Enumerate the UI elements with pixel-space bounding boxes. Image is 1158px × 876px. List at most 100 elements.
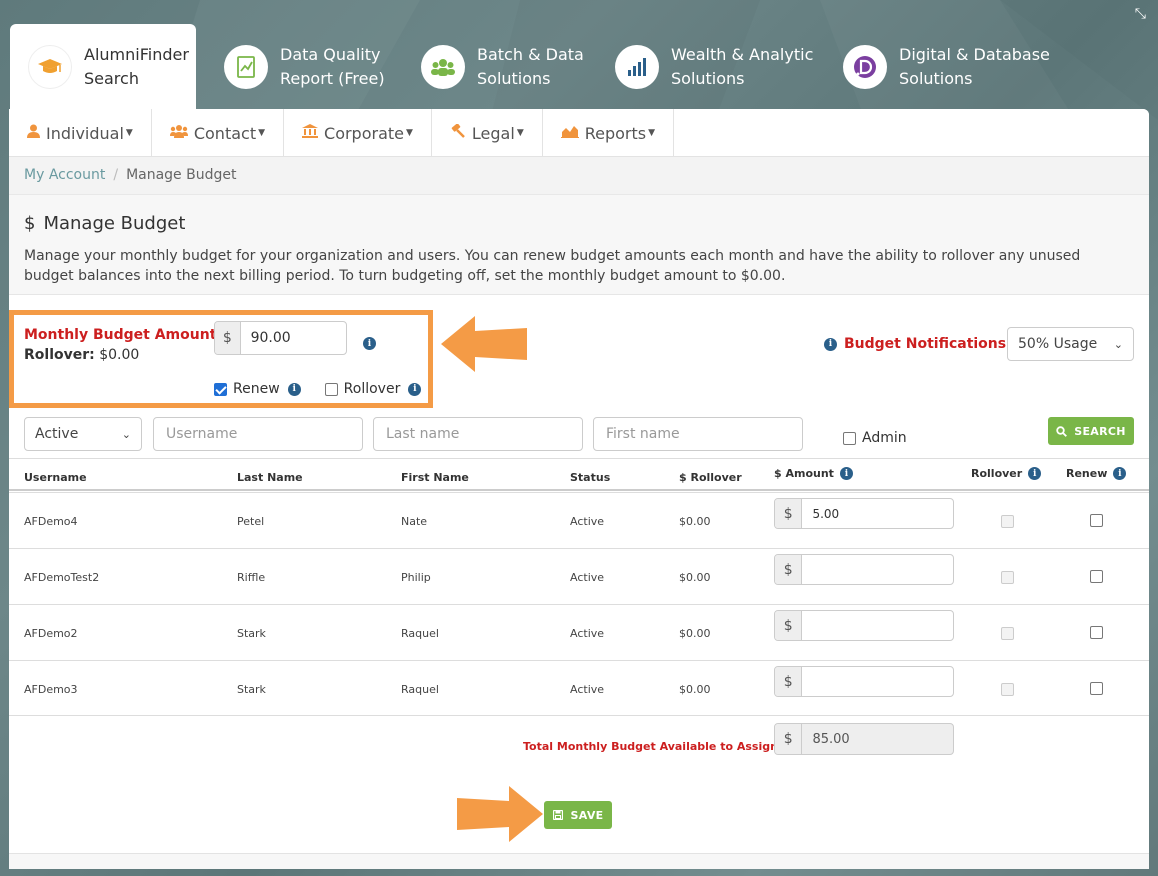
renew-checkbox[interactable] <box>1090 570 1103 583</box>
info-icon[interactable]: i <box>408 382 422 396</box>
cell-username: AFDemo3 <box>24 683 78 696</box>
info-icon[interactable]: i <box>287 382 301 396</box>
rollover-value: $0.00 <box>99 347 140 363</box>
breadcrumb-my-account[interactable]: My Account <box>24 167 105 183</box>
total-budget-label: Total Monthly Budget Available to Assign… <box>523 740 783 753</box>
report-icon <box>224 45 268 89</box>
cell-username: AFDemoTest2 <box>24 571 100 584</box>
tab-label-line2: Report (Free) <box>280 69 385 88</box>
col-renew: Renew <box>1066 467 1108 480</box>
rollover-label: Rollover: <box>24 347 95 363</box>
amount-field[interactable]: $ <box>774 666 954 697</box>
col-amount: $ Amount <box>774 467 834 480</box>
tab-label-line2: Solutions <box>671 69 745 88</box>
info-icon[interactable]: i <box>363 337 376 350</box>
rollover-checkbox-label: Rollover <box>343 381 401 397</box>
menu-label: Reports <box>584 123 647 143</box>
header-section: $ Manage Budget Manage your monthly budge… <box>9 195 1149 295</box>
group-icon <box>421 45 465 89</box>
cell-first-name: Raquel <box>401 683 439 696</box>
firstname-placeholder: First name <box>606 426 680 442</box>
save-button[interactable]: SAVE <box>544 801 612 829</box>
panel-footer <box>9 853 1149 869</box>
digital-d-icon <box>843 45 887 89</box>
cell-status: Active <box>570 515 605 528</box>
info-icon[interactable]: i <box>1113 467 1127 480</box>
breadcrumb: My Account / Manage Budget <box>9 157 1149 195</box>
cell-last-name: Stark <box>237 627 266 640</box>
status-filter-value: Active <box>35 426 79 442</box>
bar-chart-icon <box>615 45 659 89</box>
info-icon[interactable]: i <box>839 467 853 480</box>
tab-digital-database-solutions[interactable]: Digital & Database Solutions <box>843 24 1050 110</box>
tab-batch-data-solutions[interactable]: Batch & Data Solutions <box>421 24 584 110</box>
menu-legal[interactable]: Legal ▼ <box>432 109 543 157</box>
amount-field[interactable]: $ <box>774 610 954 641</box>
amount-input[interactable] <box>802 667 953 696</box>
tab-alumnifinder-search[interactable]: AlumniFinder Search <box>10 24 196 110</box>
floppy-disk-icon <box>552 810 563 820</box>
menu-reports[interactable]: Reports ▼ <box>543 109 675 157</box>
gavel-icon <box>450 123 466 142</box>
total-budget-field: $ <box>774 723 954 755</box>
tab-data-quality-report[interactable]: Data Quality Report (Free) <box>224 24 385 110</box>
info-icon[interactable]: i <box>1028 467 1042 480</box>
col-first-name: First Name <box>401 471 469 484</box>
renew-checkbox[interactable] <box>1090 514 1103 527</box>
cell-last-name: Petel <box>237 515 265 528</box>
menu-contact[interactable]: Contact ▼ <box>152 109 285 157</box>
amount-field[interactable]: $ <box>774 498 954 529</box>
cell-rollover: $0.00 <box>679 571 711 584</box>
breadcrumb-separator: / <box>113 167 119 183</box>
currency-addon: $ <box>775 499 803 528</box>
col-status: Status <box>570 471 611 484</box>
renew-checkbox[interactable] <box>214 382 227 396</box>
budget-notifications-label: Budget Notifications: <box>844 336 1012 352</box>
expand-icon[interactable]: ⤡ <box>1135 6 1146 22</box>
main-panel: Individual ▼ Contact ▼ Corporate ▼ Legal ▼ R… <box>9 109 1149 869</box>
tab-label-line1: Data Quality <box>280 45 381 64</box>
menu-individual[interactable]: Individual ▼ <box>9 109 152 157</box>
monthly-budget-amount-field[interactable]: $ <box>214 321 347 355</box>
currency-addon: $ <box>775 611 803 640</box>
username-filter-input[interactable]: Username <box>153 417 363 451</box>
tab-label-line1: Wealth & Analytic <box>671 45 814 64</box>
dollar-icon: $ <box>24 213 36 234</box>
status-filter-select[interactable]: Active ⌄ <box>24 417 142 451</box>
rollover-checkbox[interactable] <box>324 382 338 396</box>
budget-notifications-select[interactable]: 50% Usage ⌄ <box>1007 327 1134 361</box>
renew-label: Renew <box>233 381 280 397</box>
firstname-filter-input[interactable]: First name <box>593 417 803 451</box>
cell-username: AFDemo2 <box>24 627 78 640</box>
menu-bar: Individual ▼ Contact ▼ Corporate ▼ Legal ▼ R… <box>9 109 1149 157</box>
monthly-budget-label: Monthly Budget Amount: <box>24 327 222 343</box>
amount-field[interactable]: $ <box>774 554 954 585</box>
amount-input[interactable] <box>802 499 953 528</box>
cell-rollover: $0.00 <box>679 683 711 696</box>
menu-corporate[interactable]: Corporate ▼ <box>284 109 432 157</box>
admin-label: Admin <box>862 430 907 446</box>
tab-label-line1: Digital & Database <box>899 45 1050 64</box>
lastname-filter-input[interactable]: Last name <box>373 417 583 451</box>
menu-label: Corporate <box>324 123 404 143</box>
renew-checkbox[interactable] <box>1090 626 1103 639</box>
rollover-checkbox <box>1001 683 1014 696</box>
search-icon <box>1056 425 1068 437</box>
menu-label: Legal <box>471 123 515 143</box>
currency-addon: $ <box>775 724 803 754</box>
table-row: AFDemo2 Stark Raquel Active $0.00 $ <box>9 604 1149 660</box>
cell-first-name: Nate <box>401 515 428 528</box>
info-icon[interactable]: i <box>824 337 837 351</box>
caret-down-icon: ▼ <box>258 128 266 138</box>
tab-wealth-analytic-solutions[interactable]: Wealth & Analytic Solutions <box>615 24 813 110</box>
amount-input[interactable] <box>802 611 953 640</box>
lastname-placeholder: Last name <box>386 426 460 442</box>
admin-checkbox[interactable] <box>843 431 856 445</box>
monthly-budget-amount-input[interactable] <box>240 322 346 354</box>
search-button[interactable]: SEARCH <box>1048 417 1134 445</box>
tab-label-line1: Batch & Data <box>477 45 584 64</box>
cell-status: Active <box>570 571 605 584</box>
search-label: SEARCH <box>1074 424 1126 438</box>
renew-checkbox[interactable] <box>1090 682 1103 695</box>
amount-input[interactable] <box>802 555 953 584</box>
